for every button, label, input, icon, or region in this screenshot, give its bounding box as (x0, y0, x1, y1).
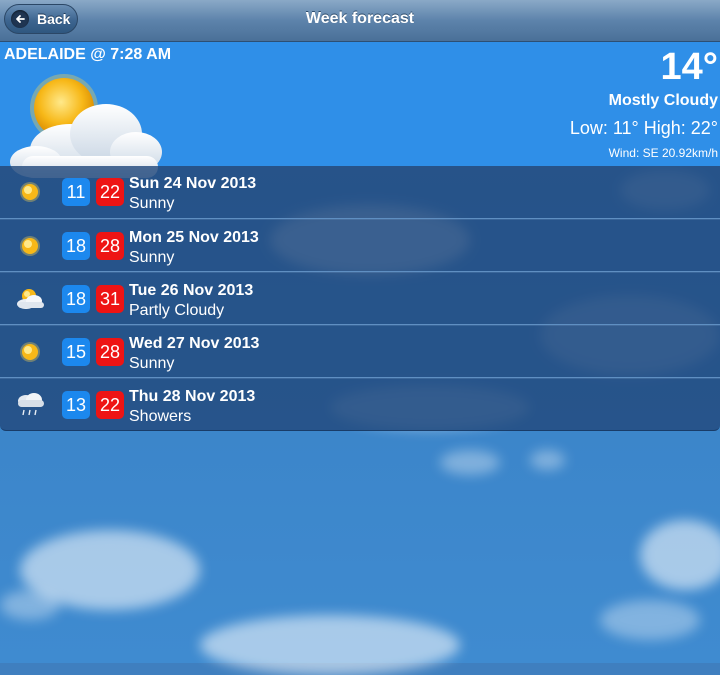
sunny-icon (20, 182, 40, 202)
forecast-date: Thu 28 Nov 2013 (129, 388, 256, 405)
low-temp-badge: 18 (62, 232, 90, 260)
low-temp-badge: 11 (62, 178, 90, 206)
current-conditions-text: Mostly Cloudy (608, 92, 718, 109)
current-temperature: 14° (660, 46, 718, 88)
forecast-date: Sun 24 Nov 2013 (129, 175, 257, 192)
high-temp-badge: 22 (96, 391, 124, 419)
forecast-row[interactable]: 18 28 Mon 25 Nov 2013 Sunny (0, 219, 720, 272)
high-temp-badge: 22 (96, 178, 124, 206)
forecast-description: Partly Cloudy (129, 302, 225, 319)
forecast-description: Sunny (129, 249, 175, 266)
forecast-row[interactable]: 13 22 Thu 28 Nov 2013 Showers (0, 378, 720, 431)
sunny-icon (20, 236, 40, 256)
low-temp-badge: 18 (62, 285, 90, 313)
forecast-date: Tue 26 Nov 2013 (129, 282, 254, 299)
page-title: Week forecast (305, 10, 415, 27)
wind-text: Wind: SE 20.92km/h (608, 146, 718, 160)
location-time: ADELAIDE @ 7:28 AM (4, 46, 172, 63)
forecast-description: Showers (129, 408, 192, 425)
low-temp-badge: 13 (62, 391, 90, 419)
showers-icon (18, 393, 44, 416)
forecast-row[interactable]: 18 31 Tue 26 Nov 2013 Partly Cloudy (0, 272, 720, 325)
current-conditions: ADELAIDE @ 7:28 AM 14° Mostly Cloudy Low… (0, 42, 720, 178)
high-temp-badge: 28 (96, 338, 124, 366)
forecast-list: 11 22 Sun 24 Nov 2013 Sunny 18 28 Mon 25… (0, 166, 720, 431)
partly-cloudy-icon (17, 289, 44, 309)
forecast-description: Sunny (129, 195, 175, 212)
header-bar: Back Week forecast (0, 0, 720, 42)
forecast-row[interactable]: 15 28 Wed 27 Nov 2013 Sunny (0, 325, 720, 378)
high-temp-badge: 31 (96, 285, 124, 313)
low-high-text: Low: 11° High: 22° (569, 118, 718, 138)
forecast-row[interactable]: 11 22 Sun 24 Nov 2013 Sunny (0, 166, 720, 219)
forecast-date: Wed 27 Nov 2013 (129, 335, 260, 352)
sunny-icon (20, 342, 40, 362)
forecast-description: Sunny (129, 355, 175, 372)
high-temp-badge: 28 (96, 232, 124, 260)
forecast-date: Mon 25 Nov 2013 (129, 229, 259, 246)
low-temp-badge: 15 (62, 338, 90, 366)
